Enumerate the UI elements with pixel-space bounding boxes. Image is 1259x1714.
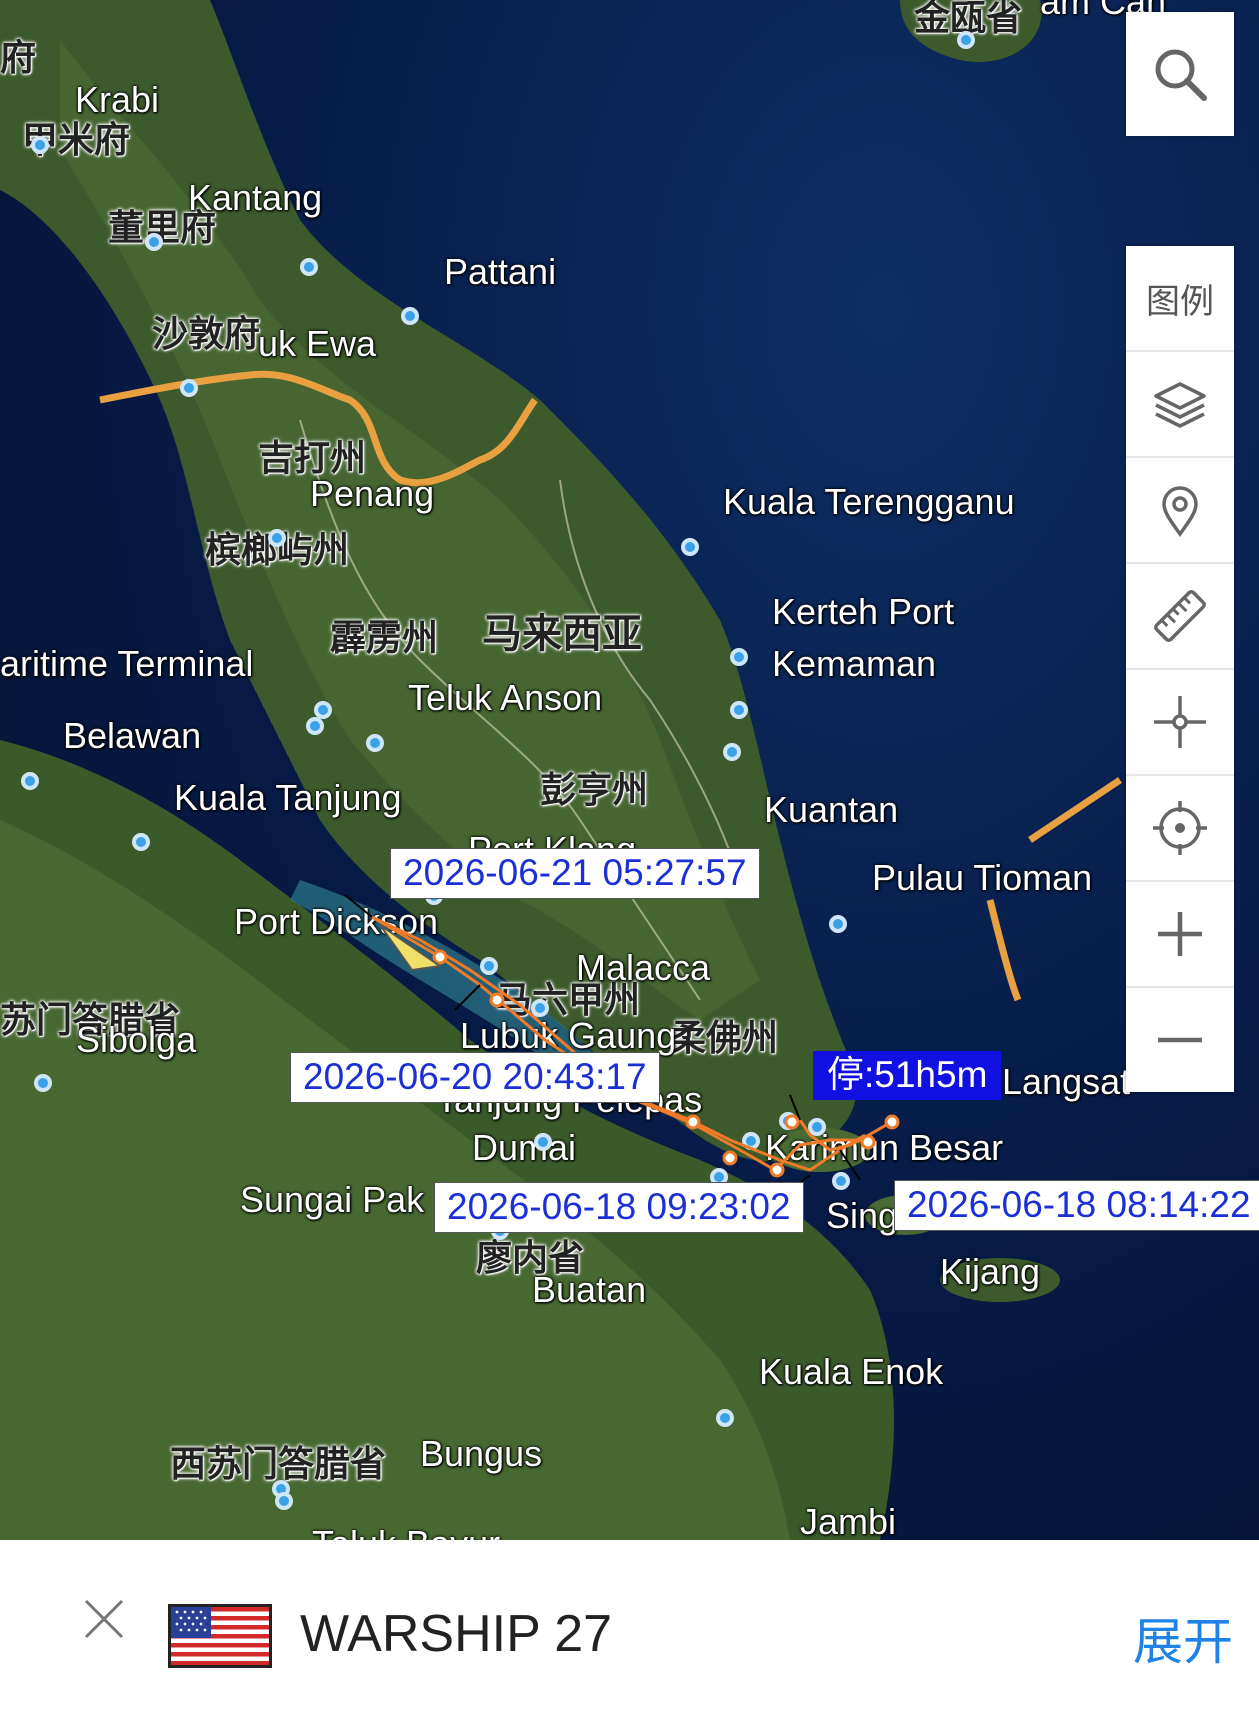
track-timestamp[interactable]: 2026-06-20 20:43:17 <box>290 1052 660 1103</box>
vessel-name: WARSHIP 27 <box>300 1605 613 1663</box>
zoom-in-icon <box>1158 912 1202 956</box>
legend-label: 图例 <box>1146 282 1214 321</box>
track-timestamp[interactable]: 2026-06-21 05:27:57 <box>390 848 760 899</box>
location-pin-button[interactable] <box>1126 458 1234 564</box>
crosshair-button[interactable] <box>1126 670 1234 776</box>
vessel-info-bar: WARSHIP 27 展开 <box>0 1540 1259 1714</box>
map-view[interactable]: 府 甲米府 董里府 沙敦府 吉打州 槟榔屿州 霹雳州 马来西亚 彭亨州 马六甲州… <box>0 0 1259 1540</box>
track-timestamp[interactable]: 2026-06-18 09:23:02 <box>434 1182 804 1233</box>
close-button[interactable] <box>80 1595 128 1648</box>
layers-button[interactable] <box>1126 352 1234 458</box>
expand-button[interactable]: 展开 <box>1133 1602 1233 1674</box>
search-button[interactable] <box>1126 12 1234 136</box>
layers-icon <box>1154 382 1206 428</box>
locate-button[interactable] <box>1126 776 1234 882</box>
search-icon <box>1155 49 1207 101</box>
zoom-out-icon <box>1158 1037 1202 1043</box>
us-flag-icon <box>168 1604 272 1668</box>
legend-button[interactable]: 图例 <box>1126 246 1234 352</box>
zoom-out-button[interactable] <box>1126 988 1234 1092</box>
ruler-button[interactable] <box>1126 564 1234 670</box>
track-timestamp[interactable]: 2026-06-18 08:14:22 <box>894 1180 1259 1231</box>
vessel-track <box>344 894 900 1191</box>
close-icon <box>84 1599 124 1639</box>
crosshair-icon <box>1154 696 1206 748</box>
map-toolbar: 图例 <box>1126 246 1234 1092</box>
zoom-in-button[interactable] <box>1126 882 1234 988</box>
location-pin-icon <box>1162 486 1198 538</box>
locate-icon <box>1153 801 1207 855</box>
ruler-icon <box>1154 590 1206 642</box>
search-panel <box>1126 12 1234 136</box>
stop-duration-label[interactable]: 停:51h5m <box>813 1051 1002 1100</box>
